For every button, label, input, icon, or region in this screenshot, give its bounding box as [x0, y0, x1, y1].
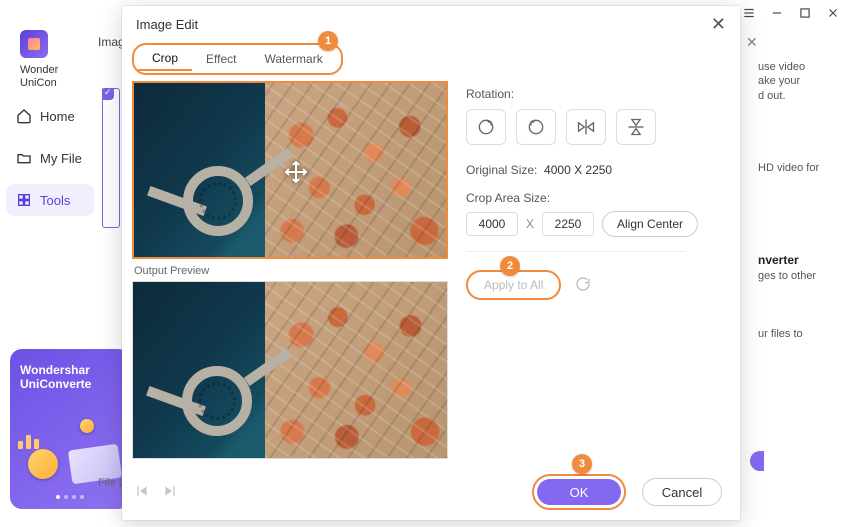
dialog-title: Image Edit: [136, 17, 198, 32]
edit-tabs: Crop Effect Watermark: [132, 43, 343, 75]
sidebar: Wonder UniCon Home My File Tools: [0, 20, 100, 226]
selected-thumbnail[interactable]: [102, 88, 120, 228]
app-brand: Wonder UniCon: [6, 64, 94, 90]
rotate-ccw-button[interactable]: [516, 109, 556, 145]
sidebar-item-tools[interactable]: Tools: [6, 184, 94, 216]
next-frame-icon[interactable]: [162, 483, 178, 504]
app-logo: [20, 30, 48, 58]
tab-effect[interactable]: Effect: [192, 48, 250, 70]
sidebar-item-label: Tools: [40, 193, 70, 208]
promo-coin-icon: [28, 449, 58, 479]
sidebar-item-label: Home: [40, 109, 75, 124]
maximize-icon[interactable]: [798, 6, 812, 25]
move-cursor-icon: [284, 160, 308, 184]
transport-controls: [134, 483, 178, 504]
minimize-icon[interactable]: [770, 6, 784, 25]
align-center-button[interactable]: Align Center: [602, 211, 698, 237]
divider: [466, 251, 686, 252]
step-badge-1: 1: [318, 31, 338, 51]
original-size-label: Original Size: 4000 X 2250: [466, 163, 730, 177]
ok-button[interactable]: OK: [537, 479, 621, 505]
prev-frame-icon[interactable]: [134, 483, 150, 504]
info-block: nverterges to other: [758, 253, 838, 283]
settings-icon[interactable]: [742, 6, 756, 25]
promo-graphic-bars: [18, 435, 39, 449]
sidebar-item-label: My File: [40, 151, 82, 166]
info-block: use videoake yourd out.: [758, 60, 838, 103]
action-button-partial[interactable]: [750, 451, 764, 471]
tab-crop[interactable]: Crop: [138, 47, 192, 71]
sidebar-item-home[interactable]: Home: [6, 100, 94, 132]
tab-watermark[interactable]: Watermark: [250, 48, 336, 70]
step-badge-3: 3: [572, 454, 592, 474]
crop-width-input[interactable]: [466, 212, 518, 236]
folder-icon: [16, 150, 32, 166]
carousel-dots[interactable]: [10, 495, 130, 499]
output-preview: [132, 281, 448, 459]
crop-canvas[interactable]: [132, 81, 448, 259]
right-info-column: use videoake yourd out. HD video for nve…: [758, 60, 838, 385]
close-icon[interactable]: [826, 6, 840, 25]
info-block: HD video for: [758, 161, 838, 175]
reset-icon[interactable]: [575, 276, 591, 295]
tools-icon: [16, 192, 32, 208]
rotate-cw-button[interactable]: [466, 109, 506, 145]
promo-title: WondersharUniConverte: [20, 363, 120, 391]
crop-size-label: Crop Area Size:: [466, 191, 730, 205]
window-controls: [742, 6, 840, 25]
info-block: ur files to: [758, 327, 838, 341]
flip-horizontal-button[interactable]: [566, 109, 606, 145]
output-preview-label: Output Preview: [132, 259, 448, 281]
home-icon: [16, 108, 32, 124]
step-badge-2: 2: [500, 256, 520, 276]
original-size-value: 4000 X 2250: [544, 163, 612, 177]
image-edit-dialog: Image Edit ✕ Crop Effect Watermark 1 Out…: [122, 6, 740, 520]
rotation-label: Rotation:: [466, 87, 730, 101]
file-location-label: File L: [98, 477, 125, 489]
cancel-button[interactable]: Cancel: [642, 478, 722, 506]
ok-button-highlight: OK 3: [532, 474, 626, 510]
promo-coin-icon: [80, 419, 94, 433]
flip-vertical-button[interactable]: [616, 109, 656, 145]
crop-height-input[interactable]: [542, 212, 594, 236]
sidebar-item-myfiles[interactable]: My File: [6, 142, 94, 174]
dialog-close-icon[interactable]: ✕: [711, 14, 726, 35]
secondary-close-icon[interactable]: ✕: [746, 34, 758, 51]
dimension-separator: X: [526, 217, 534, 231]
